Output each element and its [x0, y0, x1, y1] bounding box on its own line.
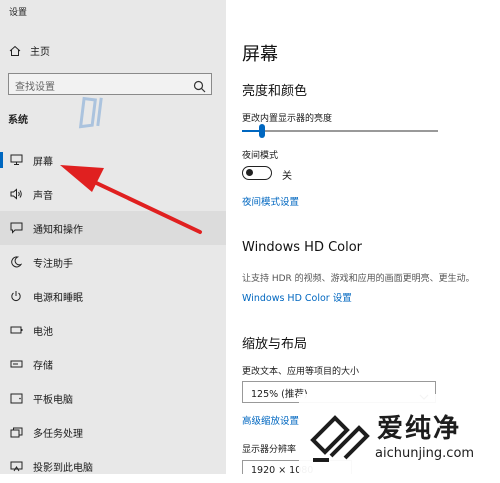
sidebar-item-focus-assist[interactable]: 专注助手	[0, 245, 226, 279]
toggle-knob	[246, 169, 253, 176]
sidebar: 设置 主页 查找设置 系统 屏幕 声音 通知和操作 专注助手 电源和睡眠 电池 …	[0, 0, 226, 474]
hdr-heading: Windows HD Color	[242, 240, 363, 255]
brightness-slider[interactable]	[242, 124, 438, 138]
night-mode-settings-link[interactable]: 夜间模式设置	[242, 194, 299, 208]
sidebar-item-storage[interactable]: 存储	[0, 347, 226, 381]
sidebar-item-label: 通知和操作	[33, 224, 83, 236]
tablet-icon	[9, 391, 23, 405]
sidebar-item-label: 屏幕	[33, 156, 53, 168]
storage-icon	[9, 357, 23, 371]
watermark-logo	[38, 40, 188, 150]
search-icon[interactable]	[193, 78, 206, 93]
sidebar-item-project-to-pc[interactable]: 投影到此电脑	[0, 449, 226, 483]
night-mode-label: 夜间模式	[242, 151, 279, 161]
night-mode-toggle[interactable]	[242, 166, 272, 180]
monitor-icon	[9, 153, 23, 167]
notification-icon	[9, 221, 23, 235]
speaker-icon	[9, 187, 23, 201]
sidebar-item-label: 声音	[33, 190, 53, 202]
sidebar-item-label: 平板电脑	[33, 394, 73, 406]
window-title: 设置	[9, 8, 28, 18]
hdr-settings-link[interactable]: Windows HD Color 设置	[242, 290, 352, 304]
moon-icon	[9, 255, 23, 269]
watermark-url: aichunjing.com	[375, 446, 475, 461]
sidebar-nav: 屏幕 声音 通知和操作 专注助手 电源和睡眠 电池 存储 平板电脑 多任务处理 …	[0, 143, 226, 483]
home-icon	[8, 44, 22, 58]
sidebar-item-label: 电源和睡眠	[33, 292, 83, 304]
sidebar-item-label: 专注助手	[33, 258, 73, 270]
sidebar-item-power-sleep[interactable]: 电源和睡眠	[0, 279, 226, 313]
section-label-system: 系统	[8, 115, 28, 126]
watermark-badge: 爱纯净 aichunjing.com	[299, 394, 500, 474]
page-title: 屏幕	[242, 44, 278, 65]
sidebar-item-label: 投影到此电脑	[33, 462, 93, 474]
sidebar-item-multitasking[interactable]: 多任务处理	[0, 415, 226, 449]
size-label: 更改文本、应用等项目的大小	[242, 367, 360, 377]
multitask-icon	[9, 425, 23, 439]
watermark-text: 爱纯净	[377, 414, 462, 444]
power-icon	[9, 289, 23, 303]
night-mode-state: 关	[282, 171, 292, 182]
sidebar-item-sound[interactable]: 声音	[0, 177, 226, 211]
sidebar-item-label: 多任务处理	[33, 428, 83, 440]
watermark-logo-icon	[310, 415, 370, 462]
brightness-slider-label: 更改内置显示器的亮度	[242, 114, 333, 124]
sidebar-item-label: 存储	[33, 360, 53, 372]
sidebar-item-label: 电池	[33, 326, 53, 338]
projector-icon	[9, 459, 23, 473]
sidebar-item-battery[interactable]: 电池	[0, 313, 226, 347]
battery-icon	[9, 323, 23, 337]
sidebar-item-notifications[interactable]: 通知和操作	[0, 211, 226, 245]
advanced-scaling-link[interactable]: 高级缩放设置	[242, 413, 299, 427]
slider-thumb[interactable]	[258, 124, 265, 138]
scale-heading: 缩放与布局	[242, 337, 308, 352]
slider-track	[242, 130, 438, 132]
resolution-label: 显示器分辨率	[242, 445, 297, 455]
sidebar-item-tablet[interactable]: 平板电脑	[0, 381, 226, 415]
brightness-heading: 亮度和颜色	[242, 84, 308, 99]
hdr-description: 让支持 HDR 的视频、游戏和应用的画面更明亮、更生动。	[242, 274, 475, 284]
